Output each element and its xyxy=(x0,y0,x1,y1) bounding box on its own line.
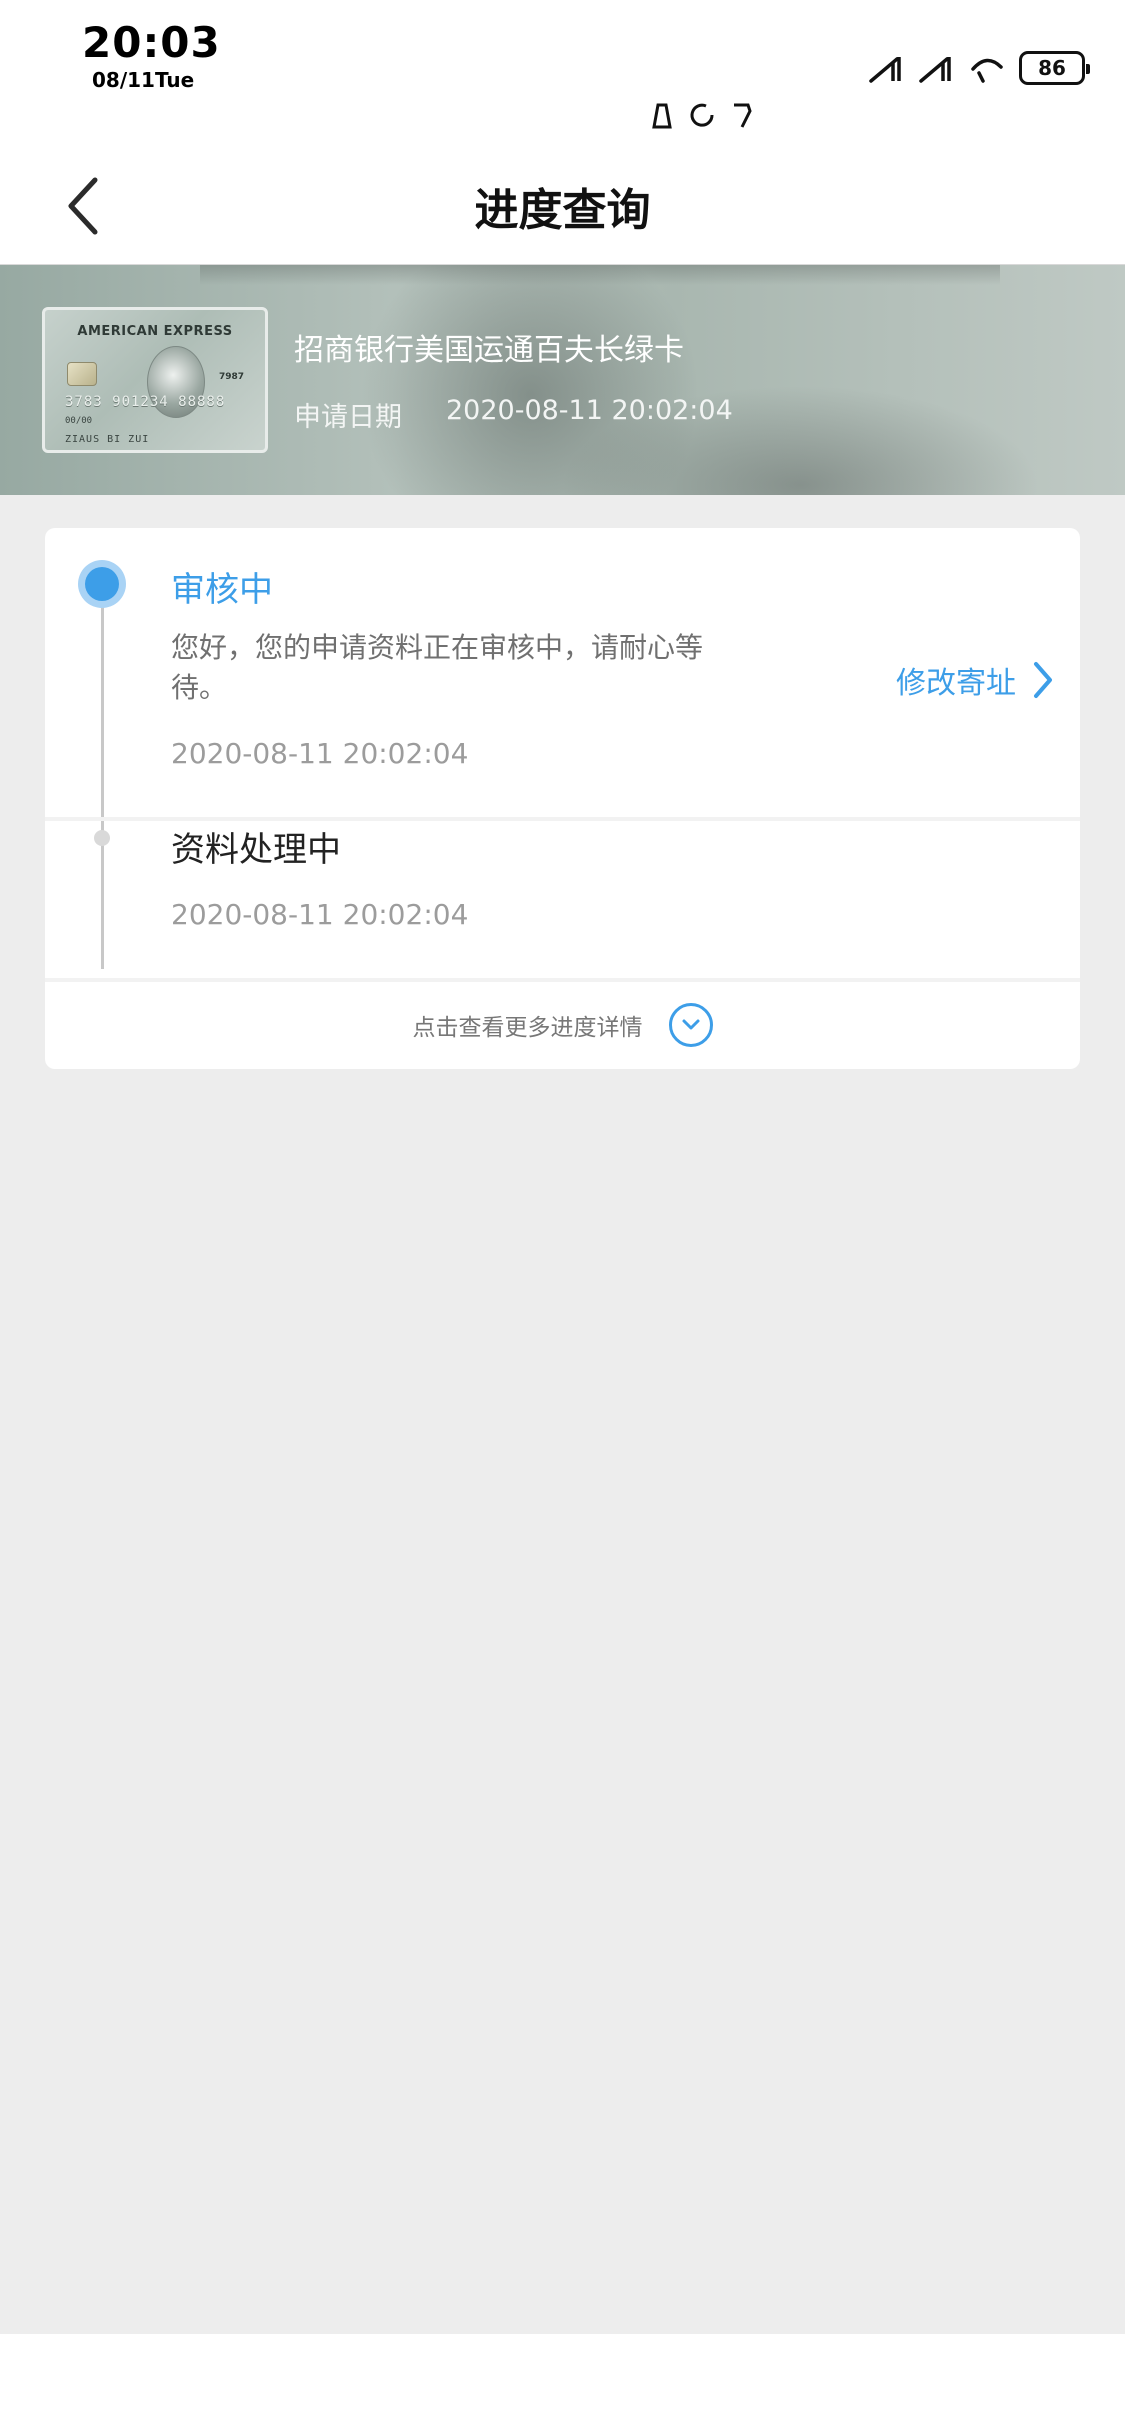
status-date: 08/11Tue xyxy=(92,68,195,92)
card-expiry: 00/00 xyxy=(65,416,93,426)
divider xyxy=(45,817,1080,821)
timeline-line xyxy=(101,584,104,969)
status-time: 20:03 xyxy=(82,18,221,67)
card-code: 7987 xyxy=(219,372,245,382)
step-title: 审核中 xyxy=(171,570,273,610)
signal-2-icon xyxy=(919,57,951,83)
apply-date-label: 申请日期 xyxy=(294,402,402,433)
battery-icon: 86 xyxy=(1019,51,1090,85)
status-icons: 86 xyxy=(869,48,1090,88)
notification-b-icon xyxy=(690,103,714,127)
signal-1-icon xyxy=(869,57,901,83)
more-progress-label: 点击查看更多进度详情 xyxy=(412,1014,643,1041)
card-chip xyxy=(67,362,97,386)
status-bar: 20:03 08/11Tue 86 xyxy=(0,0,1125,150)
wifi-icon xyxy=(971,58,1003,83)
step-title: 资料处理中 xyxy=(171,830,341,870)
timeline-dot-active xyxy=(78,560,126,608)
step-time: 2020-08-11 20:02:04 xyxy=(171,898,469,931)
apply-date-value: 2020-08-11 20:02:04 xyxy=(446,395,733,426)
timeline-dot xyxy=(94,830,110,846)
card-holder: ZIAUS BI ZUI xyxy=(65,434,150,445)
notification-c-icon xyxy=(734,103,752,128)
card-number: 3783 901234 88888 xyxy=(65,394,226,410)
nav-bar: 进度查询 xyxy=(0,150,1125,265)
notification-icons xyxy=(648,100,756,130)
bottom-bar xyxy=(0,2334,1125,2436)
step-time: 2020-08-11 20:02:04 xyxy=(171,737,469,770)
chevron-down-circle-icon xyxy=(668,1002,713,1047)
step-description: 您好，您的申请资料正在审核中，请耐心等待。 xyxy=(171,631,704,704)
edit-address-button[interactable]: 修改寄址 xyxy=(896,658,1054,702)
card-name: 招商银行美国运通百夫长绿卡 xyxy=(294,333,684,368)
progress-card: 审核中 您好，您的申请资料正在审核中，请耐心等待。 2020-08-11 20:… xyxy=(45,528,1080,1069)
edit-address-label: 修改寄址 xyxy=(896,666,1016,701)
page-title: 进度查询 xyxy=(474,185,651,236)
card-banner: AMERICAN EXPRESS 7987 3783 901234 88888 … xyxy=(0,265,1125,495)
notification-a-icon xyxy=(652,103,672,129)
chevron-right-icon xyxy=(1034,662,1052,698)
card-image: AMERICAN EXPRESS 7987 3783 901234 88888 … xyxy=(42,307,268,453)
card-brand: AMERICAN EXPRESS xyxy=(77,324,233,339)
more-progress-button[interactable]: 点击查看更多进度详情 xyxy=(45,980,1080,1069)
